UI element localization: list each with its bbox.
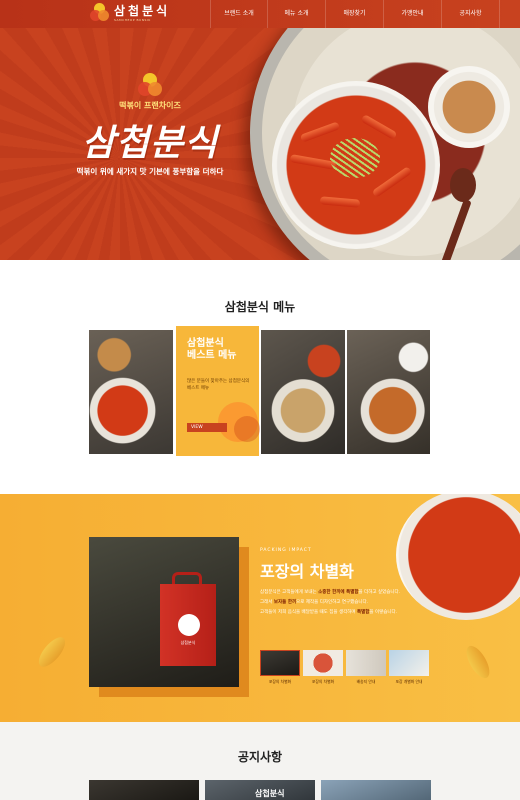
thumbnail-image	[260, 650, 300, 676]
hero-banner: 떡볶이 프랜차이즈 삼첩분식 떡볶이 위에 새가지 맛 기본에 풍부함을 더하다	[0, 28, 520, 260]
hero-subtitle: 떡볶이 위에 새가지 맛 기본에 풍부함을 더하다	[76, 167, 224, 176]
body-text: 삼첩분식은 고객들에게 보내는	[260, 590, 319, 595]
menu-photo-3[interactable]	[347, 330, 430, 454]
thumbnail-caption: 포장의 차별화	[311, 679, 335, 684]
body-text: 으로 제작을 디자인하고 연구했습니다.	[296, 600, 369, 605]
thumbnail-image	[389, 650, 429, 676]
view-button[interactable]: VIEW	[187, 423, 227, 432]
best-menu-title: 삼첩분식 베스트 메뉴	[187, 338, 253, 362]
nav-item-franchise[interactable]: 가맹안내	[384, 0, 442, 28]
main-nav: 브랜드 소개 메뉴 소개 매장찾기 가맹안내 공지사항	[210, 0, 500, 28]
body-text: 을 이렇습니다.	[369, 610, 398, 615]
body-text: 그래서	[260, 600, 274, 605]
logo[interactable]: 삼첩분식 SAMCHEOP BUNSIK	[90, 3, 170, 23]
packaging-title: 포장의 차별화	[260, 562, 354, 581]
menu-gallery: 삼첩분식 베스트 메뉴 많은 분들이 찾아주는 삼첩분식의 베스트 메뉴 VIE…	[89, 326, 430, 458]
site-header: 삼첩분식 SAMCHEOP BUNSIK 브랜드 소개 메뉴 소개 매장찾기 가…	[0, 0, 520, 28]
thumbnail-caption: 배송지 안내	[356, 679, 376, 684]
nav-item-notice[interactable]: 공지사항	[442, 0, 500, 28]
hero-tagline: 떡볶이 프랜차이즈	[119, 101, 181, 110]
thumbnail[interactable]: 포장의 차별화	[303, 650, 343, 685]
thumbnail-caption: 포장의 차별화	[268, 679, 292, 684]
menu-photo-1[interactable]	[89, 330, 173, 454]
nav-item-stores[interactable]: 매장찾기	[326, 0, 384, 28]
logo-subtitle: SAMCHEOP BUNSIK	[114, 17, 151, 22]
thumbnail[interactable]: 포장 개별화 안내	[389, 650, 429, 685]
logo-icon	[90, 3, 110, 23]
thumbnail-image	[303, 650, 343, 676]
spoon-image	[450, 168, 476, 202]
bag-label: 삼첩분식	[180, 640, 196, 645]
notice-card[interactable]	[321, 780, 431, 800]
body-text: 고객들이 저희 음식을 배달받을 때도 집을 생각하며	[260, 610, 357, 615]
body-highlight: 보자들 한끼	[273, 600, 297, 605]
decor-leaf	[34, 633, 70, 671]
storefront-sign: 삼첩분식	[255, 789, 285, 798]
best-menu-description: 많은 분들이 찾아주는 삼첩분식의 베스트 메뉴	[187, 379, 250, 391]
best-menu-title-line2: 베스트 메뉴	[187, 350, 237, 361]
best-menu-title-line1: 삼첩분식	[187, 338, 224, 349]
nav-item-menu[interactable]: 메뉴 소개	[268, 0, 326, 28]
thumbnail-caption: 포장 개별화 안내	[395, 679, 423, 684]
bag-logo-icon	[178, 614, 200, 636]
hero-logo-icon	[138, 73, 162, 97]
nav-item-brand[interactable]: 브랜드 소개	[210, 0, 268, 28]
best-menu-card: 삼첩분식 베스트 메뉴 많은 분들이 찾아주는 삼첩분식의 베스트 메뉴 VIE…	[176, 326, 260, 456]
body-highlight: 특별함	[356, 610, 370, 615]
notice-title: 공지사항	[237, 750, 283, 764]
packaging-thumbnails: 포장의 차별화 포장의 차별화 배송지 안내 포장 개별화 안내	[260, 650, 429, 685]
notice-card[interactable]	[89, 780, 199, 800]
thumbnail[interactable]: 포장의 차별화	[260, 650, 300, 685]
packaging-eyebrow: PACKING IMPACT	[260, 548, 312, 553]
packaging-description: 삼첩분식은 고객들에게 보내는 소중한 한끼에 특별함을 더하고 싶었습니다. …	[260, 588, 460, 618]
side-dish-bowl-image	[428, 66, 510, 148]
menu-section-title: 삼첩분식 메뉴	[224, 300, 296, 314]
decor-leaf	[462, 642, 494, 682]
body-text: 을 더하고 싶었습니다.	[358, 590, 401, 595]
packaging-section: 삼첩분식 PACKING IMPACT 포장의 차별화 삼첩분식은 고객들에게 …	[0, 494, 520, 722]
notice-section: 공지사항 삼첩분식	[0, 722, 520, 800]
logo-name: 삼첩분식	[114, 3, 171, 18]
thumbnail[interactable]: 배송지 안내	[346, 650, 386, 685]
thumbnail-image	[346, 650, 386, 676]
hero-title: 삼첩분식	[81, 123, 219, 164]
body-highlight: 소중한 한끼에 특별함	[318, 590, 359, 595]
decor-circle	[234, 416, 260, 442]
green-onion-garnish	[330, 138, 380, 178]
menu-photo-2[interactable]	[261, 330, 345, 454]
